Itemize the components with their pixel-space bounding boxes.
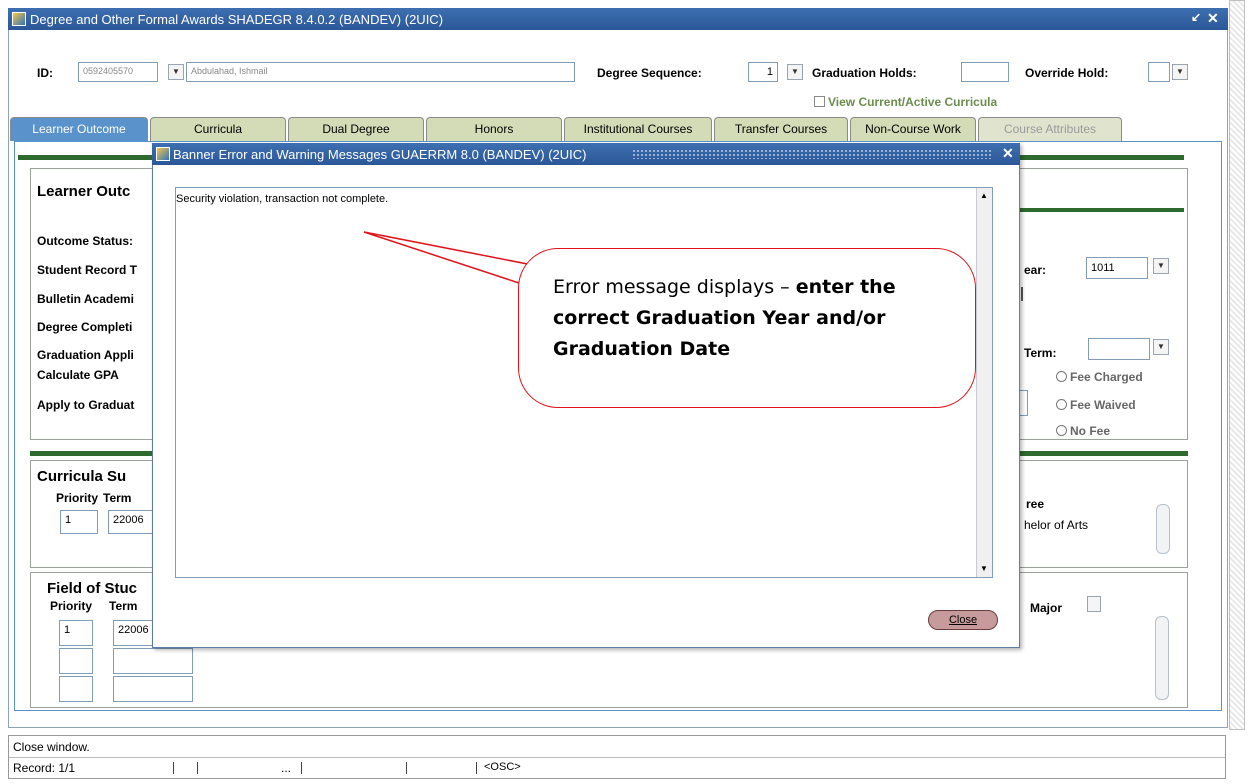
status-sep-4 xyxy=(406,762,407,774)
osc-indicator: <OSC> xyxy=(484,761,521,773)
callout-pointer-mask xyxy=(522,267,548,286)
status-bar: Close window. Record: 1/1 ... <OSC> xyxy=(8,735,1226,779)
status-sep-5 xyxy=(476,762,477,774)
status-sep-2 xyxy=(197,762,198,774)
status-sep-3 xyxy=(301,762,302,774)
record-count: Record: 1/1 xyxy=(13,761,76,775)
status-sep-1 xyxy=(173,762,174,774)
callout-text: Error message displays – enter the corre… xyxy=(553,276,896,360)
status-ellipsis: ... xyxy=(281,761,292,775)
status-divider xyxy=(9,757,1225,758)
status-message: Close window. xyxy=(13,740,90,754)
